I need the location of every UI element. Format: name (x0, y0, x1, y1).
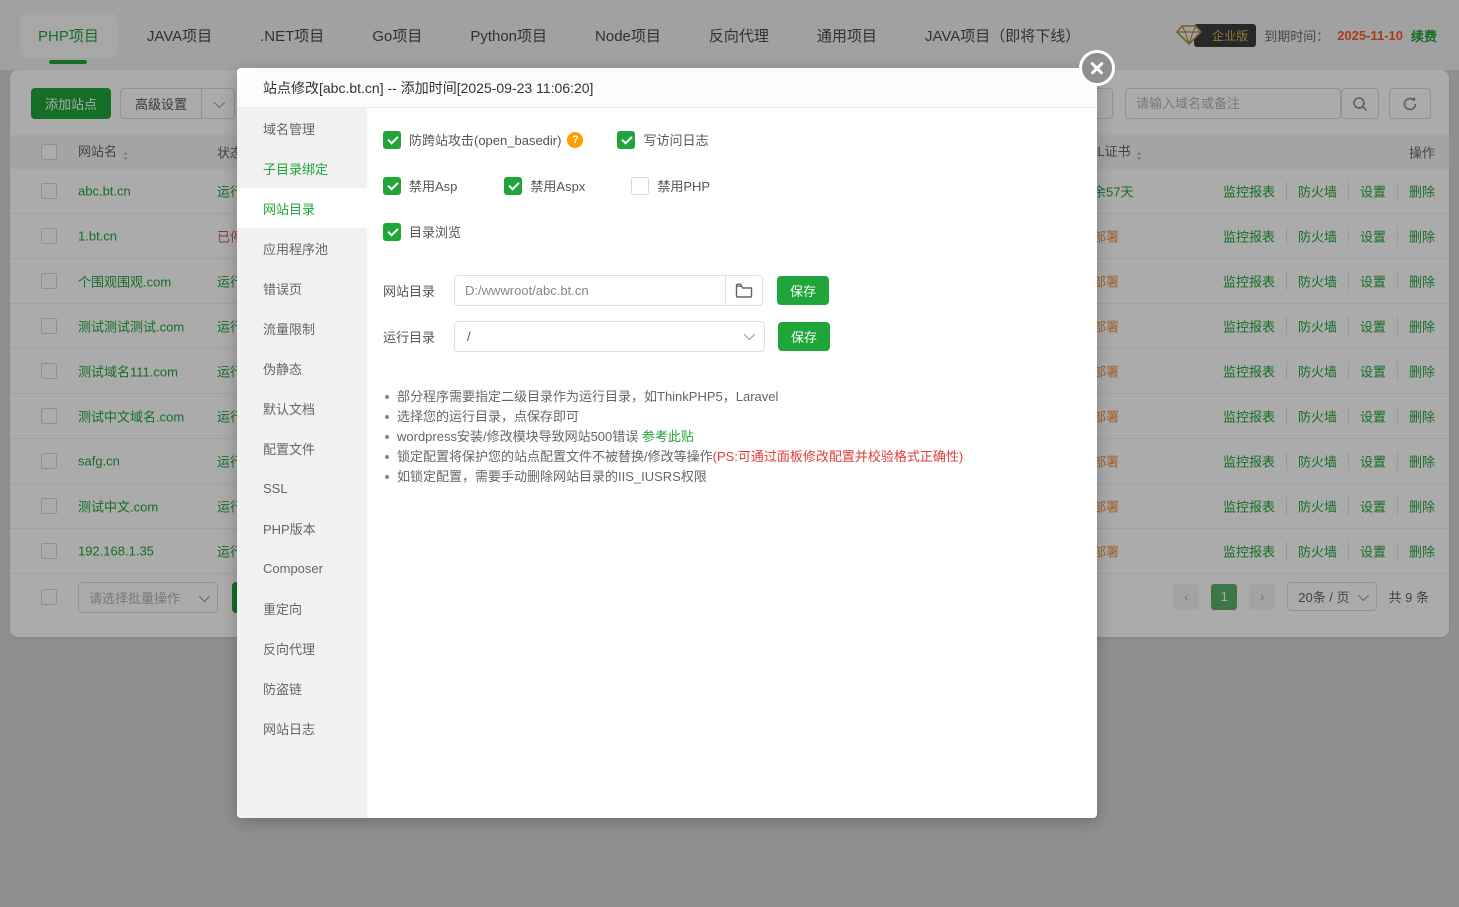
modal-sidebar-item[interactable]: 默认文档 (237, 388, 367, 428)
option-disable-aspx[interactable]: 禁用Aspx (504, 176, 585, 195)
modal-sidebar-item[interactable]: Composer (237, 548, 367, 588)
checkbox-checked[interactable] (383, 177, 401, 195)
tip-item: 如锁定配置，需要手动删除网站目录的IIS_IUSRS权限 (383, 467, 1097, 487)
modal-sidebar-item[interactable]: 重定向 (237, 588, 367, 628)
modal-sidebar-item[interactable]: PHP版本 (237, 508, 367, 548)
modal-sidebar-item[interactable]: 配置文件 (237, 428, 367, 468)
option-disable-asp[interactable]: 禁用Asp (383, 176, 457, 195)
option-dir-browse[interactable]: 目录浏览 (383, 222, 461, 241)
option-open-basedir[interactable]: 防跨站攻击(open_basedir) ? (383, 130, 583, 149)
site-edit-modal: 站点修改[abc.bt.cn] -- 添加时间[2025-09-23 11:06… (237, 68, 1097, 818)
modal-sidebar-item[interactable]: 错误页 (237, 268, 367, 308)
modal-sidebar-item[interactable]: 域名管理 (237, 108, 367, 148)
run-dir-row: 运行目录 / 保存 (383, 317, 1097, 355)
help-icon[interactable]: ? (567, 132, 583, 148)
modal-sidebar-item[interactable]: 防盗链 (237, 668, 367, 708)
modal-sidebar-item[interactable]: SSL (237, 468, 367, 508)
checkbox-checked[interactable] (504, 177, 522, 195)
modal-sidebar-item[interactable]: 反向代理 (237, 628, 367, 668)
site-dir-label: 网站目录 (383, 281, 439, 300)
tip-item: 选择您的运行目录，点保存即可 (383, 407, 1097, 427)
modal-body: 防跨站攻击(open_basedir) ? 写访问日志 禁用Asp 禁用Aspx… (367, 108, 1097, 818)
modal-sidebar-item[interactable]: 网站目录 (237, 188, 367, 228)
tip-item: 部分程序需要指定二级目录作为运行目录，如ThinkPHP5，Laravel (383, 387, 1097, 407)
checkbox-unchecked[interactable] (631, 177, 649, 195)
site-dir-input[interactable] (454, 275, 725, 306)
reference-link[interactable]: 参考此贴 (642, 429, 694, 444)
tip-item: wordpress安装/修改模块导致网站500错误 参考此贴 (383, 427, 1097, 447)
close-icon[interactable] (1079, 50, 1115, 86)
modal-sidebar-item[interactable]: 网站日志 (237, 708, 367, 748)
modal-sidebar-item[interactable]: 子目录绑定 (237, 148, 367, 188)
option-access-log[interactable]: 写访问日志 (617, 130, 708, 149)
tip-item: 锁定配置将保护您的站点配置文件不被替换/修改等操作(PS:可通过面板修改配置并校… (383, 447, 1097, 467)
modal-sidebar-item[interactable]: 伪静态 (237, 348, 367, 388)
option-disable-php[interactable]: 禁用PHP (631, 176, 710, 195)
folder-icon[interactable] (725, 275, 763, 306)
checkbox-checked[interactable] (383, 223, 401, 241)
save-site-dir-button[interactable]: 保存 (777, 276, 829, 305)
chevron-down-icon (744, 329, 755, 340)
save-run-dir-button[interactable]: 保存 (778, 322, 830, 351)
modal-sidebar: 域名管理 子目录绑定 网站目录 应用程序池 错误页 流量限制 伪静态 (237, 108, 367, 818)
checkbox-checked[interactable] (383, 131, 401, 149)
modal-title: 站点修改[abc.bt.cn] -- 添加时间[2025-09-23 11:06… (237, 68, 1097, 108)
tips-list: 部分程序需要指定二级目录作为运行目录，如ThinkPHP5，Laravel 选择… (383, 387, 1097, 487)
run-dir-select[interactable]: / (454, 321, 765, 352)
modal-sidebar-item[interactable]: 应用程序池 (237, 228, 367, 268)
checkbox-checked[interactable] (617, 131, 635, 149)
run-dir-label: 运行目录 (383, 327, 439, 346)
modal-sidebar-item[interactable]: 流量限制 (237, 308, 367, 348)
site-dir-row: 网站目录 保存 (383, 271, 1097, 309)
